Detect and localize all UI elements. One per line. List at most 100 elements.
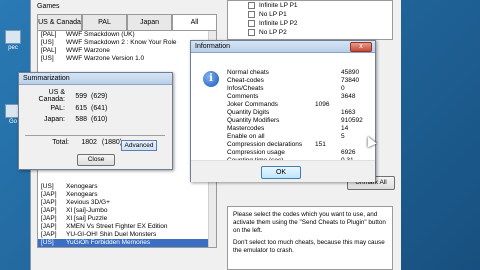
info-label: Compression usage (227, 149, 285, 156)
info-row: Infos/Cheats 0 (227, 85, 367, 93)
cheat-item[interactable]: Infinite LP P1 (228, 1, 392, 10)
game-list-item[interactable]: [JAP] YU-GI-OH! Shin Duel Monsters (38, 231, 216, 239)
game-list-item[interactable]: [JAP] XI [sai]-Jumbo (38, 207, 216, 215)
summary-total: (629) (91, 92, 108, 100)
game-title: WWF Smackdown 2 : Know Your Role (66, 39, 177, 46)
game-list-item[interactable]: [US] Xenogears (38, 183, 216, 191)
shortcut-icon (5, 30, 21, 44)
game-title: Xevious 3D/G+ (66, 199, 110, 206)
info-value: 45890 (341, 69, 360, 76)
game-region: [US] (41, 239, 54, 246)
information-dialog: Information x i Normal cheats 45890 Cheat-… (190, 40, 376, 182)
cheat-checkbox[interactable] (248, 11, 255, 18)
info-mid-value: 151 (315, 141, 326, 148)
close-icon[interactable]: x (350, 42, 372, 52)
summary-label: Japan: (43, 116, 65, 123)
cheat-checkbox[interactable] (248, 2, 255, 9)
advanced-button[interactable]: Advanced (121, 140, 157, 151)
cheat-item[interactable]: No LP P1 (228, 10, 392, 19)
game-list-item[interactable]: [JAP] Xevious 3D/G+ (38, 199, 216, 207)
cheat-item[interactable]: No LP P2 (228, 28, 392, 37)
information-rows: Normal cheats 45890 Cheat-codes 73840 Infos/… (227, 69, 367, 165)
game-region: [JAP] (41, 207, 57, 214)
information-body: i Normal cheats 45890 Cheat-codes 73840 Info… (191, 53, 375, 182)
total-count: 1802 (81, 139, 97, 146)
game-region: [US] (41, 55, 54, 62)
desktop-shortcut[interactable]: pec (2, 30, 24, 51)
game-title: Xenogears (66, 191, 98, 198)
cheat-checkbox[interactable] (248, 29, 255, 36)
info-label: Infos/Cheats (227, 85, 264, 92)
cheat-checkbox[interactable] (248, 20, 255, 27)
game-region (38, 175, 66, 183)
summary-label: PAL: (50, 105, 65, 112)
info-label: Normal cheats (227, 69, 269, 76)
desktop-shortcut-label: pec (8, 45, 18, 51)
game-list-item[interactable]: [JAP] XI [sai] Puzzle (38, 215, 216, 223)
game-region: [PAL] (41, 31, 57, 38)
game-title: YuGiOh Forbidden Memories (66, 239, 151, 246)
info-label: Quantity Digits (227, 109, 270, 116)
desktop-shortcut-label: Go (8, 119, 17, 125)
cheat-item[interactable]: Infinite LP P2 (228, 19, 392, 28)
help-text-box: Please select the codes which you want t… (227, 206, 393, 270)
info-row: Comments 3648 (227, 93, 367, 101)
info-label: Mastercodes (227, 125, 265, 132)
info-label: Joker Commands (227, 101, 278, 108)
summarization-dialog: Summarization US & Canada: 599 (629) PAL… (18, 72, 173, 170)
info-label: Quantity Modifiers (227, 117, 280, 124)
information-footer: OK (191, 160, 375, 182)
cheat-label: No LP P1 (259, 11, 287, 18)
total-label: Total: (52, 139, 69, 146)
ok-button[interactable]: OK (261, 166, 301, 179)
summary-count: 599 (75, 92, 87, 100)
game-region (38, 63, 66, 71)
cheat-label: No LP P2 (259, 29, 287, 36)
summary-divider (25, 135, 165, 136)
game-list-item[interactable]: [PAL] WWF Smackdown (UK) (38, 31, 216, 39)
region-tabs: US & Canada PAL Japan All (37, 14, 217, 30)
summary-row: Japan: 588 (610) (23, 114, 119, 125)
info-mid-value: 1096 (315, 101, 330, 108)
info-row: Quantity Digits 1663 (227, 109, 367, 117)
tab-japan[interactable]: Japan (127, 14, 172, 30)
info-value: 6926 (341, 149, 356, 156)
info-row: Enable on all 5 (227, 133, 367, 141)
tab-us-canada[interactable]: US & Canada (37, 14, 82, 30)
tab-all[interactable]: All (172, 14, 217, 30)
close-button[interactable]: Close (77, 154, 115, 166)
game-region: [JAP] (41, 199, 57, 206)
game-region: [PAL] (41, 47, 57, 54)
cheat-label: Infinite LP P2 (259, 20, 298, 27)
cheat-label: Infinite LP P1 (259, 2, 298, 9)
summary-row: US & Canada: 599 (629) (23, 89, 119, 103)
summary-count: 588 (75, 116, 87, 123)
summary-row: PAL: 615 (641) (23, 103, 119, 114)
game-title: YU-GI-OH! Shin Duel Monsters (66, 231, 157, 238)
game-list-item[interactable]: [JAP] (38, 247, 216, 248)
info-value: 5 (341, 133, 345, 140)
game-region: [US] (41, 183, 54, 190)
help-text: Don't select too much cheats, because th… (233, 239, 385, 254)
game-title: WWF Warzone (66, 47, 110, 54)
info-label: Enable on all (227, 133, 265, 140)
info-value: 14 (341, 125, 349, 132)
info-label: Cheat-codes (227, 77, 264, 84)
summary-total: (641) (91, 105, 108, 112)
total-paren: (1880) (101, 139, 123, 146)
game-region: [US] (41, 39, 54, 46)
cheat-list[interactable]: Infinite LP P1 No LP P1 Infinite LP P2 N… (227, 0, 393, 40)
game-region: [JAP] (41, 223, 57, 230)
game-list-item[interactable]: [US] YuGiOh Forbidden Memories (38, 239, 216, 247)
game-list-item[interactable]: [JAP] Xenogears (38, 191, 216, 199)
game-region: [JAP] (38, 247, 66, 248)
game-region: [JAP] (41, 215, 57, 222)
information-title: Information (191, 41, 375, 53)
game-list-item[interactable]: [JAP] XMEN Vs Street Fighter EX Edition (38, 223, 216, 231)
tab-pal[interactable]: PAL (82, 14, 127, 30)
games-label: Games (37, 3, 60, 10)
info-label: Compression declarations (227, 141, 303, 148)
game-title: WWF Warzone Version 1.0 (66, 55, 145, 62)
game-region: [JAP] (41, 231, 57, 238)
help-text: Please select the codes which you want t… (233, 211, 386, 234)
